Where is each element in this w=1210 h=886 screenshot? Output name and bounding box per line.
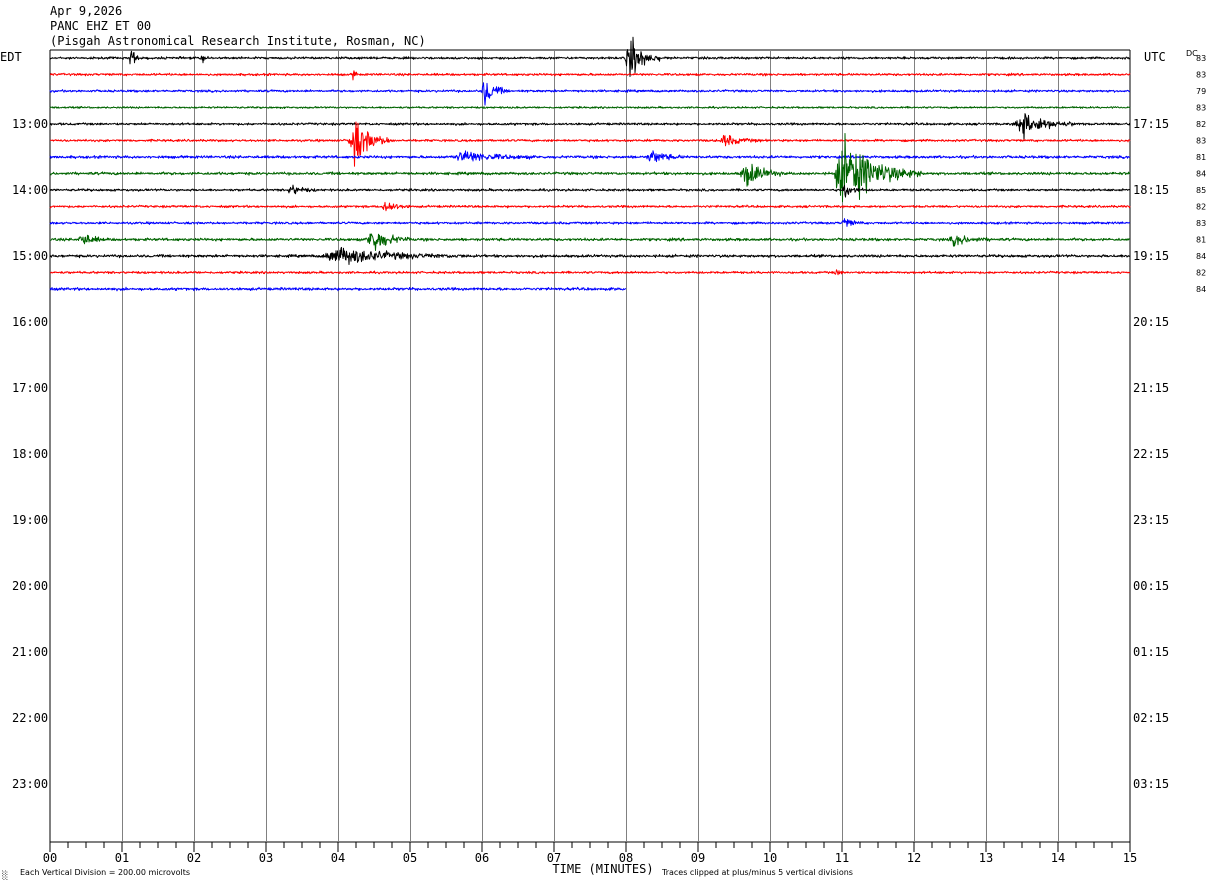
right-hour-label: 21:15 <box>1133 381 1169 395</box>
seismic-trace <box>49 184 1131 198</box>
scale-note: Each Vertical Division = 200.00 microvol… <box>20 868 190 877</box>
right-hour-label: 20:15 <box>1133 315 1169 329</box>
dc-offset-label: 83 <box>1196 219 1206 228</box>
right-hour-label: 19:15 <box>1133 249 1169 263</box>
seismic-trace <box>49 218 1131 227</box>
right-hour-label: 23:15 <box>1133 513 1169 527</box>
seismic-trace <box>49 246 1131 265</box>
x-tick-label: 14 <box>1051 851 1065 865</box>
dc-offset-label: 83 <box>1196 104 1206 113</box>
seismic-trace <box>50 70 1131 81</box>
right-hour-label: 17:15 <box>1133 117 1169 131</box>
x-tick-label: 03 <box>259 851 273 865</box>
dc-offset-label: 81 <box>1196 153 1206 162</box>
x-tick-label: 09 <box>691 851 705 865</box>
seismic-trace <box>50 133 1131 203</box>
dc-offset-label: 81 <box>1196 236 1206 245</box>
dc-offset-label: 83 <box>1196 54 1206 63</box>
x-tick-label: 02 <box>187 851 201 865</box>
left-hour-label: 15:00 <box>12 249 48 263</box>
helicorder-plot: 00 01 02 03 04 05 06 07 08 09 10 11 12 13 14 15EDT UTC DC… <box>0 36 1206 880</box>
right-hour-label: 03:15 <box>1133 777 1169 791</box>
seismic-trace <box>49 150 1131 163</box>
trace-layer <box>49 36 1131 292</box>
left-hour-label: 22:00 <box>12 711 48 725</box>
right-hour-label: 00:15 <box>1133 579 1169 593</box>
seismic-trace <box>49 233 1130 251</box>
x-tick-label: 06 <box>475 851 489 865</box>
x-tick-label: 11 <box>835 851 849 865</box>
left-hour-label: 19:00 <box>12 513 48 527</box>
corner-mark: ░ <box>2 870 8 880</box>
seismic-trace <box>50 113 1131 141</box>
seismic-trace <box>49 201 1131 212</box>
dc-offset-label: 85 <box>1196 186 1206 195</box>
left-hour-label: 18:00 <box>12 447 48 461</box>
grid-layer <box>49 49 1131 852</box>
x-tick-label: 10 <box>763 851 777 865</box>
left-hour-label: 21:00 <box>12 645 48 659</box>
dc-offset-label: 82 <box>1196 203 1206 212</box>
seismic-trace <box>49 36 1131 77</box>
dc-offset-label: 83 <box>1196 137 1206 146</box>
x-tick-label: 01 <box>115 851 129 865</box>
right-hour-label: 02:15 <box>1133 711 1169 725</box>
right-hour-label: 01:15 <box>1133 645 1169 659</box>
x-tick-label: 05 <box>403 851 417 865</box>
x-axis-title: TIME (MINUTES) <box>552 862 653 876</box>
seismic-trace <box>49 82 1131 106</box>
left-hour-label: 13:00 <box>12 117 48 131</box>
dc-offset-label: 84 <box>1196 170 1206 179</box>
dc-offset-label: 84 <box>1196 252 1206 261</box>
clip-note: Traces clipped at plus/minus 5 vertical … <box>661 868 853 877</box>
left-hour-label: 23:00 <box>12 777 48 791</box>
right-timezone-label: UTC <box>1144 50 1166 64</box>
left-hour-label: 14:00 <box>12 183 48 197</box>
left-hour-label: 16:00 <box>12 315 48 329</box>
left-timezone-label: EDT <box>0 50 22 64</box>
left-hour-label: 17:00 <box>12 381 48 395</box>
right-hour-label: 18:15 <box>1133 183 1169 197</box>
dc-offset-label: 82 <box>1196 269 1206 278</box>
x-tick-label: 12 <box>907 851 921 865</box>
seismic-trace <box>49 105 1131 110</box>
dc-offset-label: 84 <box>1196 285 1206 294</box>
x-tick-label: 04 <box>331 851 345 865</box>
x-tick-label: 15 <box>1123 851 1137 865</box>
seismic-trace <box>49 121 1131 167</box>
x-tick-label: 00 <box>43 851 57 865</box>
seismic-trace <box>49 269 1131 276</box>
dc-offset-label: 79 <box>1196 87 1206 96</box>
dc-offset-label: 82 <box>1196 120 1206 129</box>
right-hour-label: 22:15 <box>1133 447 1169 461</box>
x-tick-label: 13 <box>979 851 993 865</box>
left-hour-label: 20:00 <box>12 579 48 593</box>
dc-offset-label: 83 <box>1196 71 1206 80</box>
